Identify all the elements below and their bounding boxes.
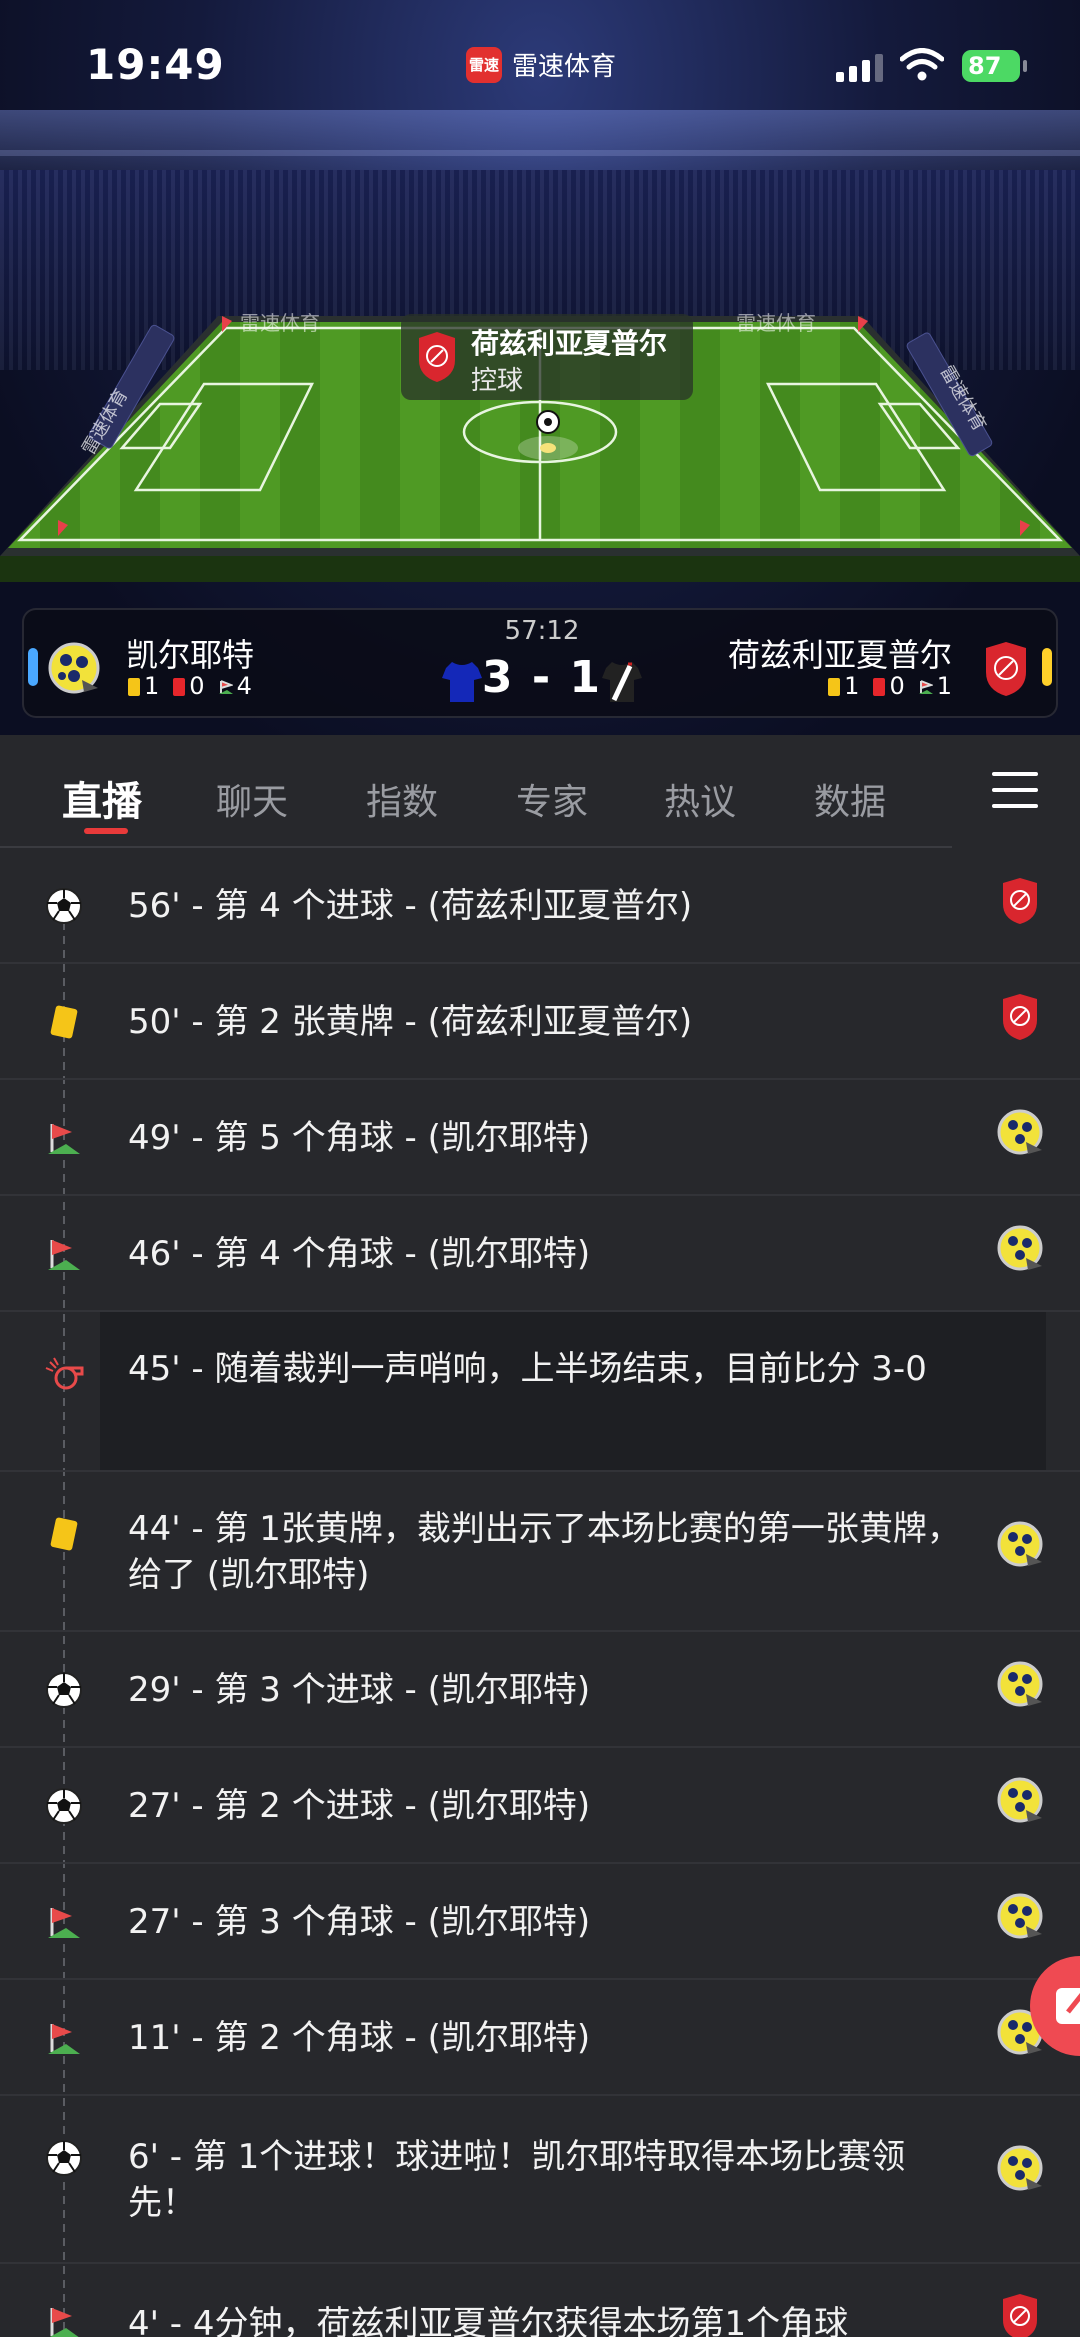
goal-icon <box>44 2138 84 2178</box>
timeline-event[interactable]: 27' - 第 3 个角球 - (凯尔耶特) <box>0 1864 1080 1980</box>
timeline-event[interactable]: 44' - 第 1张黄牌，裁判出示了本场比赛的第一张黄牌，给了 (凯尔耶特) <box>0 1472 1080 1632</box>
tab-chat[interactable]: 聊天 <box>216 773 288 825</box>
corner-flag-icon <box>44 1234 84 1274</box>
red-card-icon <box>873 678 886 696</box>
tab-odds[interactable]: 指数 <box>366 773 438 825</box>
event-timeline: 56' - 第 4 个进球 - (荷兹利亚夏普尔) 50' - 第 2 张黄牌 -… <box>0 848 1080 2337</box>
event-text: 45' - 随着裁判一声哨响，上半场结束，目前比分 3-0 <box>128 1349 927 1389</box>
clock: 19:49 <box>86 40 225 89</box>
menu-icon[interactable] <box>992 772 1038 812</box>
timeline-event[interactable]: 4' - 4分钟，荷兹利亚夏普尔获得本场第1个角球 <box>0 2264 1080 2337</box>
app-logo: 雷速 <box>466 46 502 83</box>
event-text: 50' - 第 2 张黄牌 - (荷兹利亚夏普尔) <box>128 1002 693 1042</box>
corner-flag-icon <box>44 2302 84 2337</box>
timeline-event[interactable]: 46' - 第 4 个角球 - (凯尔耶特) <box>0 1196 1080 1312</box>
watermark-text: 雷速体育 <box>240 311 320 335</box>
tab-stats[interactable]: 数据 <box>814 773 886 825</box>
goal-icon <box>44 1670 84 1710</box>
yellow-card-icon <box>828 678 841 696</box>
event-text: 56' - 第 4 个进球 - (荷兹利亚夏普尔) <box>128 886 693 926</box>
away-red-cards: 0 <box>873 672 905 700</box>
corner-flag-icon <box>918 680 933 694</box>
team-crest-icon <box>419 332 455 382</box>
tab-live[interactable]: 直播 <box>62 769 142 827</box>
home-team-crest-icon <box>996 1108 1044 1156</box>
away-team-crest-icon <box>986 642 1026 696</box>
watermark-text: 雷速体育 <box>736 311 816 335</box>
stand-tier <box>0 150 1080 156</box>
home-team-crest-icon <box>996 1520 1044 1568</box>
timeline-event[interactable]: 6' - 第 1个进球！球进啦！凯尔耶特取得本场比赛领先！ <box>0 2096 1080 2264</box>
timeline-event[interactable]: 11' - 第 2 个角球 - (凯尔耶特) <box>0 1980 1080 2096</box>
corner-flag-icon <box>44 1902 84 1942</box>
away-yellow-cards: 1 <box>828 672 859 700</box>
away-team-crest-icon <box>996 2292 1044 2337</box>
tab-bar: 直播 聊天 指数 专家 热议 数据 <box>0 735 1080 847</box>
event-text: 6' - 第 1个进球！球进啦！凯尔耶特取得本场比赛领先！ <box>128 2137 906 2223</box>
corner-flag-icon <box>44 2018 84 2058</box>
whistle-icon <box>44 1354 84 1394</box>
timeline-event[interactable]: 56' - 第 4 个进球 - (荷兹利亚夏普尔) <box>0 848 1080 964</box>
app-indicator: 雷速 雷速体育 <box>466 46 616 83</box>
event-text: 49' - 第 5 个角球 - (凯尔耶特) <box>128 1118 591 1158</box>
home-team-crest-icon <box>996 1776 1044 1824</box>
goal-icon <box>44 886 84 926</box>
battery-level: 87 <box>968 52 1002 80</box>
possession-team: 荷兹利亚夏普尔 <box>471 327 668 360</box>
goal-icon <box>44 1786 84 1826</box>
possession-label: 控球 <box>471 366 524 396</box>
away-team-crest-icon <box>996 876 1044 924</box>
event-text: 44' - 第 1张黄牌，裁判出示了本场比赛的第一张黄牌，给了 (凯尔耶特) <box>128 1509 961 1595</box>
yellow-card-icon <box>44 1514 84 1554</box>
away-kit-icon <box>602 662 642 702</box>
event-text: 46' - 第 4 个角球 - (凯尔耶特) <box>128 1234 591 1274</box>
away-team-name: 荷兹利亚夏普尔 <box>727 636 952 674</box>
cellular-signal-icon <box>836 52 883 82</box>
timeline-event[interactable]: 29' - 第 3 个进球 - (凯尔耶特) <box>0 1632 1080 1748</box>
status-bar: 19:49 雷速 雷速体育 87 <box>0 0 1080 130</box>
edit-icon <box>1056 1988 1080 2024</box>
scoreboard[interactable]: 凯尔耶特 1 0 4 57:12 3 - 1 荷兹利亚夏普尔 1 0 1 <box>22 608 1058 718</box>
wifi-icon <box>900 48 944 81</box>
battery-icon: 87 <box>962 50 1020 82</box>
active-tab-indicator <box>84 828 128 834</box>
timeline-event[interactable]: 50' - 第 2 张黄牌 - (荷兹利亚夏普尔) <box>0 964 1080 1080</box>
event-text: 27' - 第 2 个进球 - (凯尔耶特) <box>128 1786 591 1826</box>
yellow-card-icon <box>44 1002 84 1042</box>
app-name: 雷速体育 <box>512 52 617 82</box>
home-team-crest-icon <box>996 2144 1044 2192</box>
away-team-crest-icon <box>996 992 1044 1040</box>
corner-flag-icon <box>44 1118 84 1158</box>
tab-experts[interactable]: 专家 <box>516 773 588 825</box>
battery-tip <box>1023 60 1027 72</box>
timeline-event[interactable]: 45' - 随着裁判一声哨响，上半场结束，目前比分 3-0 <box>0 1312 1080 1472</box>
away-corners: 1 <box>918 672 952 700</box>
home-team-crest-icon <box>996 1892 1044 1940</box>
possession-indicator: 荷兹利亚夏普尔 控球 <box>401 314 693 400</box>
home-team-crest-icon <box>996 1660 1044 1708</box>
event-text: 4' - 4分钟，荷兹利亚夏普尔获得本场第1个角球 <box>128 2304 849 2337</box>
away-stats: 1 0 1 <box>828 672 952 700</box>
event-text: 11' - 第 2 个角球 - (凯尔耶特) <box>128 2018 591 2058</box>
timeline-event[interactable]: 27' - 第 2 个进球 - (凯尔耶特) <box>0 1748 1080 1864</box>
tab-discussion[interactable]: 热议 <box>664 773 736 825</box>
timeline-event[interactable]: 49' - 第 5 个角球 - (凯尔耶特) <box>0 1080 1080 1196</box>
event-text: 27' - 第 3 个角球 - (凯尔耶特) <box>128 1902 591 1942</box>
screen: 雷速体育 雷速体育 雷速体育 雷速体育 荷兹利亚夏普尔 控球 19:49 雷速 … <box>0 0 1080 2337</box>
home-team-crest-icon <box>996 1224 1044 1272</box>
event-text: 29' - 第 3 个进球 - (凯尔耶特) <box>128 1670 591 1710</box>
